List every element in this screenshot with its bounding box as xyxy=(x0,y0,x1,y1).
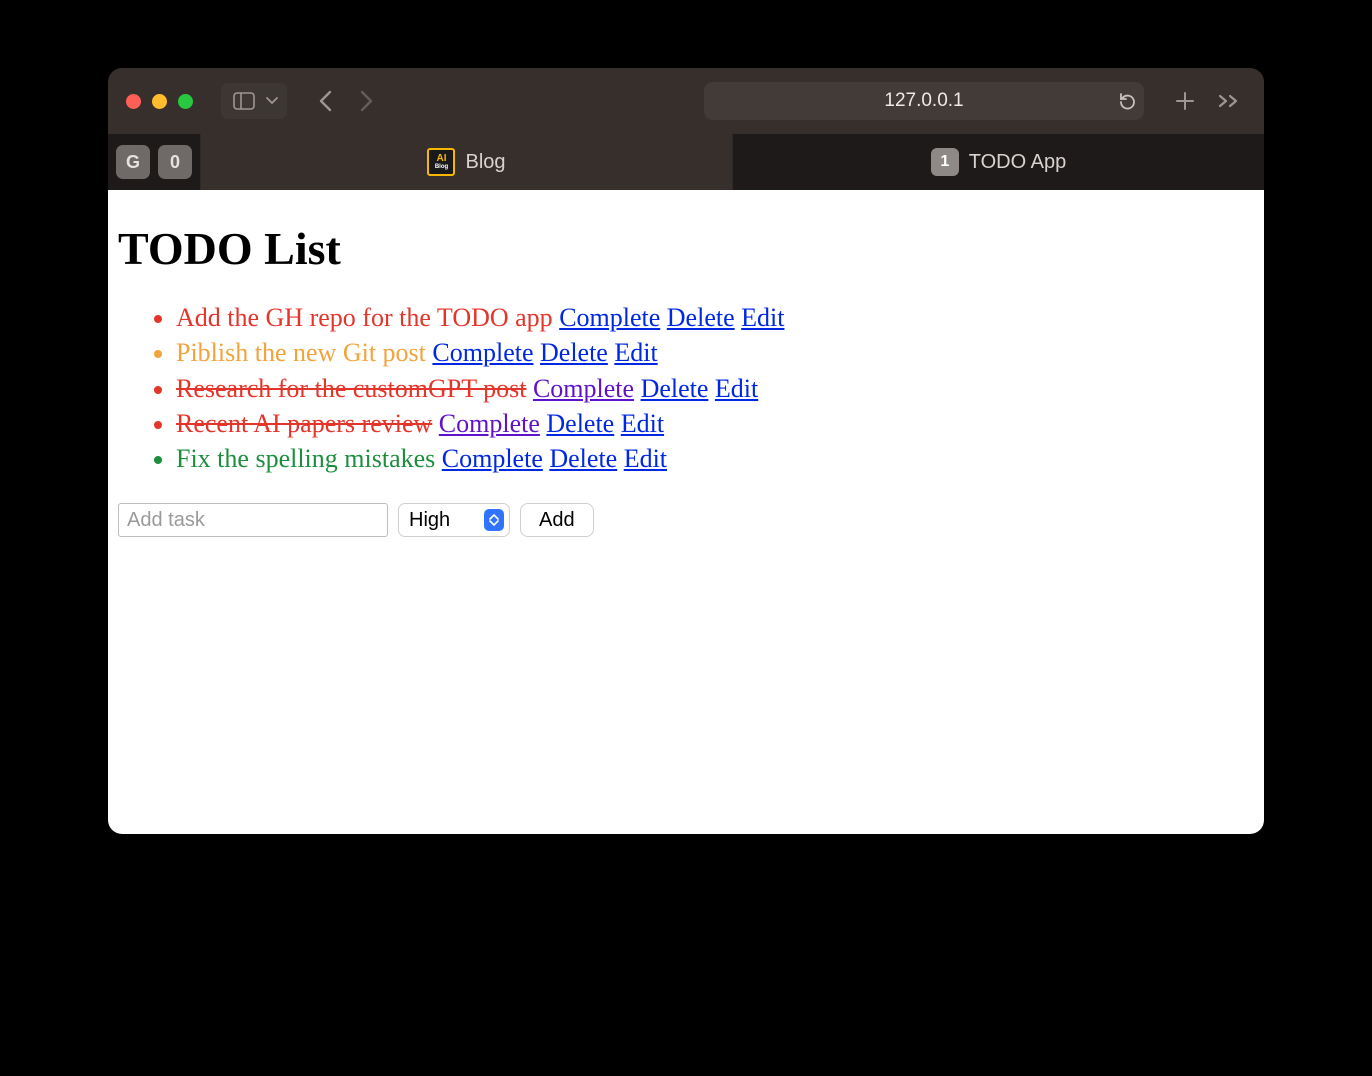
new-tab-button[interactable] xyxy=(1168,85,1202,117)
task-delete-link[interactable]: Delete xyxy=(540,338,608,367)
task-row: Add the GH repo for the TODO app Complet… xyxy=(176,301,1254,334)
tab-label: TODO App xyxy=(969,151,1066,174)
chevron-down-icon[interactable] xyxy=(263,85,281,117)
tab-strip: G 0 AIBlog Blog 1 TODO App xyxy=(108,134,1264,190)
task-complete-link[interactable]: Complete xyxy=(442,444,543,473)
priority-select[interactable]: HighMediumLow xyxy=(398,503,510,537)
task-complete-link[interactable]: Complete xyxy=(439,409,540,438)
address-text: 127.0.0.1 xyxy=(884,90,963,112)
task-text: Recent AI papers review xyxy=(176,409,432,438)
pinned-tab-0[interactable]: G xyxy=(116,145,150,179)
task-row: Fix the spelling mistakes Complete Delet… xyxy=(176,442,1254,475)
tab-blog[interactable]: AIBlog Blog xyxy=(200,134,732,190)
task-delete-link[interactable]: Delete xyxy=(667,303,735,332)
task-list: Add the GH repo for the TODO app Complet… xyxy=(118,301,1254,475)
pinned-tabs: G 0 xyxy=(108,134,200,190)
titlebar: 127.0.0.1 xyxy=(108,68,1264,134)
task-row: Piblish the new Git post Complete Delete… xyxy=(176,336,1254,369)
window-controls xyxy=(126,94,193,109)
task-complete-link[interactable]: Complete xyxy=(432,338,533,367)
tab-todo-app[interactable]: 1 TODO App xyxy=(732,134,1264,190)
minimize-window-icon[interactable] xyxy=(152,94,167,109)
task-text: Fix the spelling mistakes xyxy=(176,444,435,473)
task-complete-link[interactable]: Complete xyxy=(533,374,634,403)
tab-badge-icon: 1 xyxy=(931,148,959,176)
task-row: Research for the customGPT post Complete… xyxy=(176,372,1254,405)
back-button[interactable] xyxy=(309,85,343,117)
task-edit-link[interactable]: Edit xyxy=(741,303,784,332)
fullscreen-window-icon[interactable] xyxy=(178,94,193,109)
task-text: Piblish the new Git post xyxy=(176,338,426,367)
task-complete-link[interactable]: Complete xyxy=(559,303,660,332)
task-row: Recent AI papers review Complete Delete … xyxy=(176,407,1254,440)
task-delete-link[interactable]: Delete xyxy=(641,374,709,403)
task-edit-link[interactable]: Edit xyxy=(621,409,664,438)
task-edit-link[interactable]: Edit xyxy=(614,338,657,367)
task-edit-link[interactable]: Edit xyxy=(624,444,667,473)
tab-label: Blog xyxy=(465,151,505,174)
pinned-tab-1[interactable]: 0 xyxy=(158,145,192,179)
close-window-icon[interactable] xyxy=(126,94,141,109)
task-edit-link[interactable]: Edit xyxy=(715,374,758,403)
reload-button[interactable] xyxy=(1118,91,1136,111)
add-task-form: HighMediumLow Add xyxy=(118,503,1254,537)
ai-blog-favicon-icon: AIBlog xyxy=(427,148,455,176)
task-delete-link[interactable]: Delete xyxy=(546,409,614,438)
task-text: Add the GH repo for the TODO app xyxy=(176,303,553,332)
forward-button[interactable] xyxy=(349,85,383,117)
address-bar[interactable]: 127.0.0.1 xyxy=(704,82,1144,120)
task-text: Research for the customGPT post xyxy=(176,374,526,403)
navigation-arrows xyxy=(309,85,383,117)
add-task-input[interactable] xyxy=(118,503,388,537)
sidebar-toggle[interactable] xyxy=(221,83,287,119)
add-button[interactable]: Add xyxy=(520,503,594,537)
page-content: TODO List Add the GH repo for the TODO a… xyxy=(108,190,1264,834)
browser-window: 127.0.0.1 G xyxy=(108,68,1264,834)
sidebar-icon xyxy=(227,85,261,117)
page-title: TODO List xyxy=(118,222,1254,275)
task-delete-link[interactable]: Delete xyxy=(549,444,617,473)
overflow-button[interactable] xyxy=(1212,85,1246,117)
